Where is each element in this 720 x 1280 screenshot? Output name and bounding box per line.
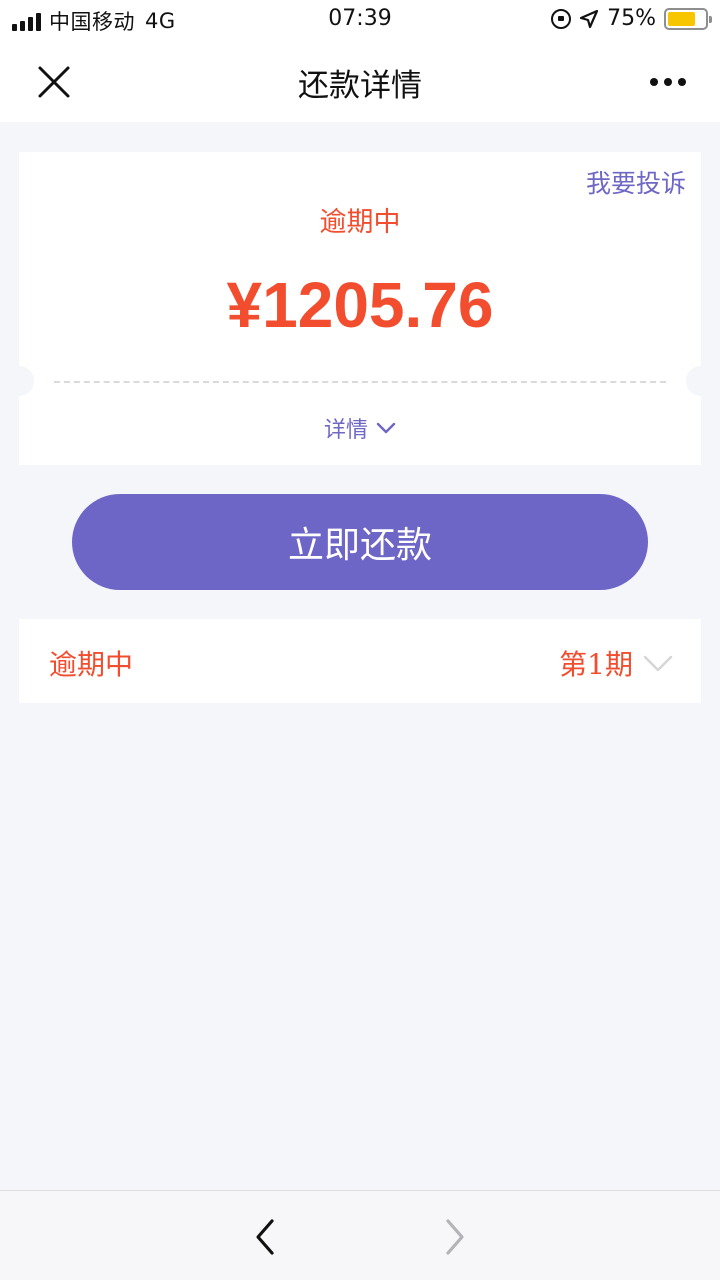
installment-status: 逾期中 — [49, 648, 134, 681]
battery-icon — [664, 7, 712, 30]
installment-row[interactable]: 逾期中 第1期 — [19, 619, 701, 703]
more-icon[interactable] — [650, 78, 686, 86]
repayment-summary-card: 我要投诉 逾期中 ¥1205.76 详情 — [4, 152, 716, 465]
status-right: 75% — [551, 6, 712, 31]
complaint-link[interactable]: 我要投诉 — [586, 164, 686, 200]
chevron-left-icon[interactable] — [248, 1217, 282, 1257]
amount-due: ¥1205.76 — [226, 269, 494, 341]
chevron-down-icon — [643, 655, 673, 672]
details-toggle[interactable]: 详情 — [19, 412, 701, 444]
page-title: 还款详情 — [298, 68, 422, 104]
repay-now-button[interactable]: 立即还款 — [72, 494, 648, 590]
period-label: 第1期 — [559, 648, 633, 681]
orientation-lock-icon — [551, 8, 572, 29]
nav-bar: 还款详情 — [0, 40, 720, 122]
dashed-divider — [54, 381, 666, 383]
location-icon — [579, 9, 599, 28]
battery-level — [668, 11, 695, 26]
battery-percent: 75% — [607, 6, 656, 31]
status-bar: 中国移动 4G 07:39 75% — [0, 0, 720, 40]
installment-period: 第1期 — [559, 643, 673, 683]
chevron-right-icon[interactable] — [438, 1217, 472, 1257]
ticket-notch-right — [686, 366, 716, 396]
chevron-down-icon — [376, 422, 396, 434]
details-label: 详情 — [323, 418, 368, 443]
overdue-status: 逾期中 — [319, 207, 401, 238]
ticket-notch-left — [4, 366, 34, 396]
bottom-toolbar — [0, 1190, 720, 1280]
